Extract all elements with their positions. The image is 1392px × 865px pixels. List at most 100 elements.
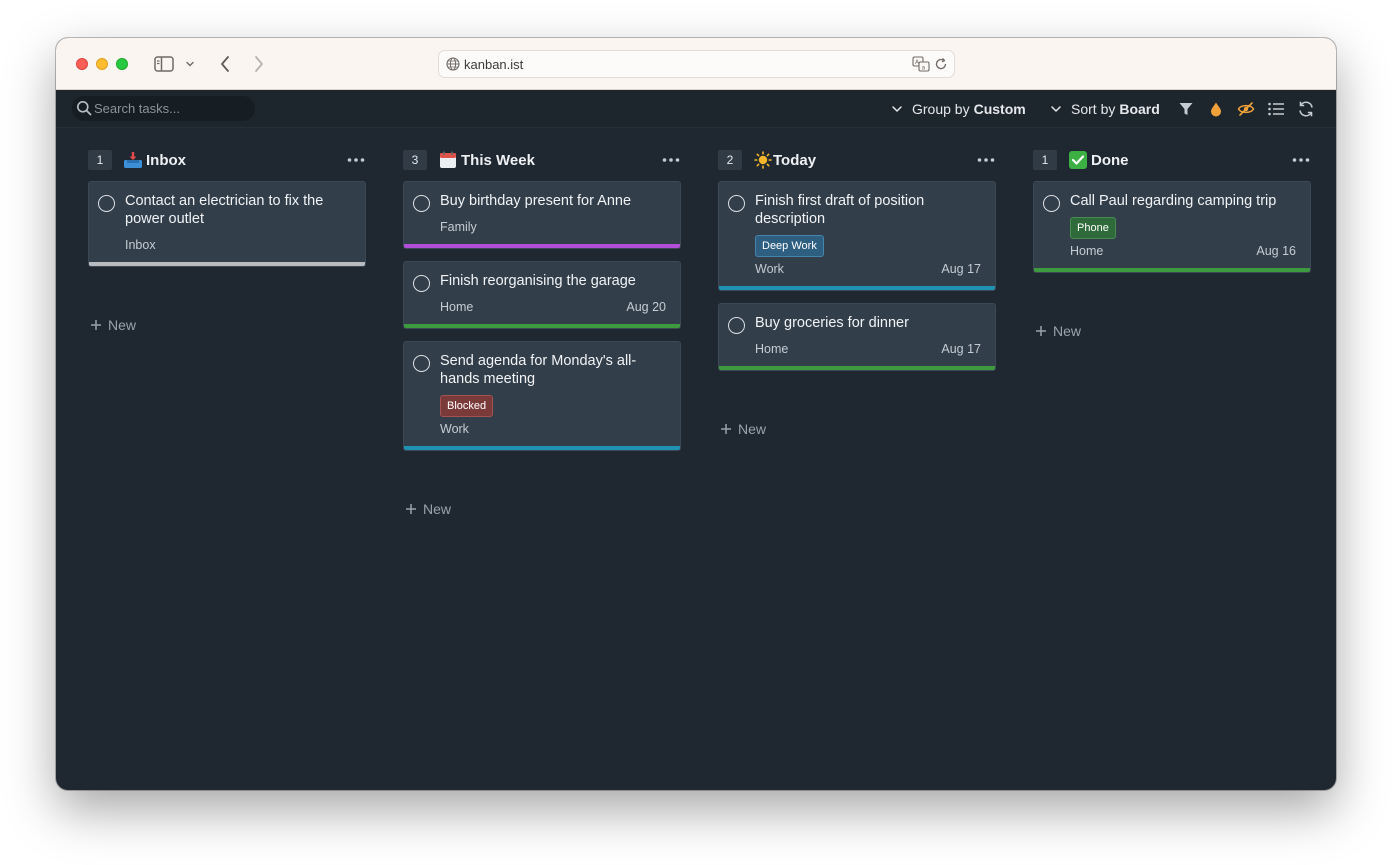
forward-arrow-icon[interactable] (248, 52, 270, 76)
calendar-icon (440, 151, 456, 168)
address-bar[interactable]: kanban.ist Aa (438, 50, 955, 78)
more-options-icon[interactable] (661, 152, 681, 168)
task-card[interactable]: Buy groceries for dinner Home Aug 17 (718, 303, 996, 371)
task-title: Buy birthday present for Anne (440, 193, 632, 209)
task-card[interactable]: Finish first draft of position descripti… (718, 181, 996, 291)
project-color-bar (89, 262, 365, 266)
add-task-label: New (423, 501, 452, 517)
more-options-icon[interactable] (976, 152, 996, 168)
task-card[interactable]: Buy birthday present for Anne Family (403, 181, 681, 249)
eye-slash-icon[interactable] (1237, 100, 1255, 118)
chevron-down-icon (1051, 106, 1061, 112)
task-due-date: Aug 17 (941, 342, 981, 356)
reload-icon[interactable] (934, 57, 948, 71)
column-title: Inbox (146, 152, 186, 169)
add-task-label: New (1053, 323, 1082, 339)
task-project: Family (440, 220, 477, 234)
task-tag[interactable]: Blocked (440, 395, 494, 417)
zoom-window-button[interactable] (116, 58, 128, 70)
more-options-icon[interactable] (346, 152, 366, 168)
project-color-bar (1034, 268, 1310, 272)
close-window-button[interactable] (76, 58, 88, 70)
sidebar-toggle-icon[interactable] (152, 52, 176, 76)
browser-window: kanban.ist Aa Group by Custom Sort by Bo… (56, 38, 1336, 790)
sort-by-value: Board (1119, 101, 1160, 117)
task-checkbox[interactable] (413, 355, 430, 372)
task-due-date: Aug 20 (626, 300, 666, 314)
project-color-bar (719, 366, 995, 370)
add-task-label: New (738, 421, 767, 437)
drop-icon[interactable] (1207, 100, 1225, 118)
sort-by-dropdown[interactable]: Sort by Board (1050, 100, 1160, 118)
plus-icon (406, 504, 416, 514)
filter-icon[interactable] (1177, 100, 1195, 118)
chevron-down-icon[interactable] (182, 52, 198, 76)
task-checkbox[interactable] (413, 275, 430, 292)
task-project: Home (440, 300, 474, 314)
task-due-date: Aug 16 (1256, 244, 1296, 258)
task-title: Contact an electrician to fix the power … (125, 193, 324, 227)
project-color-bar (719, 286, 995, 290)
task-due-date: Aug 17 (941, 262, 981, 276)
column-count: 1 (1033, 150, 1057, 170)
browser-toolbar: kanban.ist Aa (56, 38, 1336, 90)
search-box[interactable] (72, 96, 255, 121)
group-by-label: Group by (912, 101, 970, 117)
column-count: 3 (403, 150, 427, 170)
task-project: Work (755, 262, 784, 276)
task-card[interactable]: Send agenda for Monday's all-hands meeti… (403, 341, 681, 451)
plus-icon (91, 320, 101, 330)
list-icon[interactable] (1267, 100, 1285, 118)
task-checkbox[interactable] (728, 317, 745, 334)
refresh-icon[interactable] (1297, 100, 1315, 118)
task-card[interactable]: Call Paul regarding camping trip Phone H… (1033, 181, 1311, 273)
plus-icon (721, 424, 731, 434)
task-checkbox[interactable] (1043, 195, 1060, 212)
plus-icon (1036, 326, 1046, 336)
project-color-bar (404, 244, 680, 248)
task-card[interactable]: Finish reorganising the garage Home Aug … (403, 261, 681, 329)
column-header: 1 Inbox (88, 150, 366, 170)
add-task-button[interactable]: New (405, 500, 451, 518)
group-by-dropdown[interactable]: Group by Custom (891, 100, 1026, 118)
column-count: 1 (88, 150, 112, 170)
more-options-icon[interactable] (1291, 152, 1311, 168)
column-header: 3 This Week (403, 150, 681, 170)
task-title: Finish reorganising the garage (440, 273, 636, 289)
search-input[interactable] (94, 99, 244, 118)
task-title: Call Paul regarding camping trip (1070, 193, 1277, 209)
task-title: Finish first draft of position descripti… (755, 193, 925, 227)
task-tag[interactable]: Deep Work (755, 235, 824, 257)
project-color-bar (404, 446, 680, 450)
task-title: Send agenda for Monday's all-hands meeti… (440, 353, 637, 387)
add-task-button[interactable]: New (90, 316, 136, 334)
column-title: This Week (461, 152, 535, 169)
task-project: Home (1070, 244, 1104, 258)
project-color-bar (404, 324, 680, 328)
column-header: 1 Done (1033, 150, 1311, 170)
task-checkbox[interactable] (98, 195, 115, 212)
inbox-tray-icon (124, 152, 142, 168)
add-task-button[interactable]: New (720, 420, 766, 438)
back-arrow-icon[interactable] (214, 52, 236, 76)
group-by-value: Custom (973, 101, 1026, 117)
minimize-window-button[interactable] (96, 58, 108, 70)
sort-by-label: Sort by (1071, 101, 1116, 117)
check-mark-icon (1069, 151, 1087, 169)
url-text: kanban.ist (464, 57, 524, 72)
add-task-label: New (108, 317, 137, 333)
add-task-button[interactable]: New (1035, 322, 1081, 340)
task-tag[interactable]: Phone (1070, 217, 1116, 239)
task-checkbox[interactable] (728, 195, 745, 212)
task-title: Buy groceries for dinner (755, 315, 909, 331)
task-card[interactable]: Contact an electrician to fix the power … (88, 181, 366, 267)
chevron-down-icon (892, 106, 902, 112)
column-header: 2 Today (718, 150, 996, 170)
task-checkbox[interactable] (413, 195, 430, 212)
globe-icon (446, 57, 460, 71)
translate-icon[interactable]: Aa (912, 56, 930, 72)
sun-icon (754, 151, 772, 169)
kanban-board: 1 Inbox Contact an electrician to fix th… (56, 128, 1336, 790)
column-title: Today (773, 152, 817, 169)
task-project: Work (440, 422, 469, 436)
